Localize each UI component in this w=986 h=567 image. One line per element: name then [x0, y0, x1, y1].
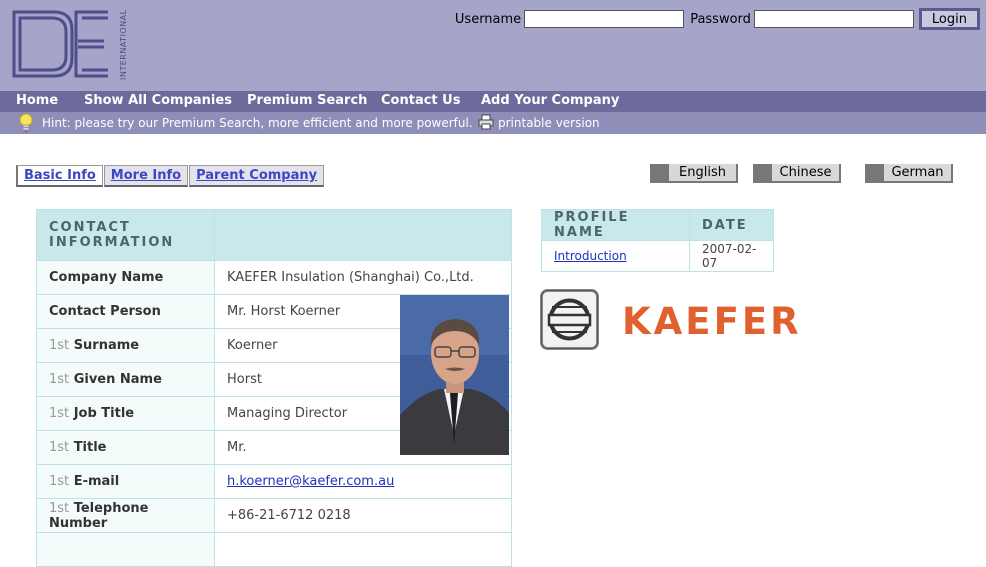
password-input[interactable]	[753, 10, 914, 28]
lightbulb-icon	[19, 113, 33, 133]
profile-table: PROFILE NAME DATE Introduction 2007-02-0…	[541, 209, 774, 272]
nav-premium-search[interactable]: Premium Search	[247, 93, 367, 108]
row-label: Contact Person	[37, 295, 214, 328]
row-prefix: 1st	[49, 440, 70, 455]
profile-link[interactable]: Introduction	[554, 249, 627, 263]
language-label: Chinese	[779, 165, 832, 180]
row-label-text: Contact Person	[49, 304, 161, 319]
tab-more-info[interactable]: More Info	[103, 165, 189, 187]
logo-side-text: INTERNATIONAL	[119, 9, 128, 80]
printer-icon[interactable]	[478, 114, 494, 130]
printable-version-link[interactable]: printable version	[498, 116, 600, 130]
tab-basic-info[interactable]: Basic Info	[16, 165, 103, 187]
row-label-text: Company Name	[49, 270, 164, 285]
row-label: 1st Given Name	[37, 363, 214, 396]
contact-info-header-blank	[215, 210, 511, 260]
profile-name-cell: Introduction	[542, 241, 689, 271]
row-prefix: 1st	[49, 338, 70, 353]
row-prefix: 1st	[49, 406, 70, 421]
main-nav: Home Show All Companies Premium Search C…	[0, 91, 986, 112]
kaefer-logo: KAEFER	[540, 289, 802, 350]
row-label-text: Job Title	[73, 406, 135, 421]
date-header: DATE	[690, 210, 773, 240]
table-row	[37, 533, 511, 566]
row-label-text: Given Name	[73, 372, 162, 387]
table-row: 1st E-mail h.koerner@kaefer.com.au	[37, 465, 511, 498]
row-prefix: 1st	[49, 372, 70, 387]
row-label: 1st Title	[37, 431, 214, 464]
row-prefix: 1st	[49, 474, 70, 489]
language-swatch	[650, 164, 669, 181]
row-label: 1st Surname	[37, 329, 214, 362]
language-chinese-button[interactable]: Chinese	[753, 164, 841, 183]
username-input[interactable]	[524, 10, 685, 28]
row-label	[37, 533, 214, 566]
language-label: English	[679, 165, 726, 180]
tab-parent-company[interactable]: Parent Company	[189, 165, 325, 187]
row-value: +86-21-6712 0218	[215, 499, 511, 532]
tab-more-info-label: More Info	[110, 168, 182, 183]
row-label: 1st Job Title	[37, 397, 214, 430]
row-label-text: Surname	[73, 338, 140, 353]
language-swatch	[865, 164, 884, 181]
row-value: KAEFER Insulation (Shanghai) Co.,Ltd.	[215, 261, 511, 294]
nav-home[interactable]: Home	[16, 93, 58, 108]
row-label: 1st E-mail	[37, 465, 214, 498]
language-swatch	[753, 164, 772, 181]
username-label: Username	[454, 11, 522, 27]
language-english-button[interactable]: English	[650, 164, 738, 183]
login-button[interactable]: Login	[918, 8, 980, 30]
row-label: 1st Telephone Number	[37, 499, 214, 532]
row-label-text: E-mail	[73, 474, 120, 489]
nav-show-all-companies[interactable]: Show All Companies	[84, 93, 232, 108]
login-form: Username Password Login	[449, 8, 980, 30]
profile-date-cell: 2007-02-07	[690, 241, 773, 271]
nav-contact-us[interactable]: Contact Us	[381, 93, 460, 108]
contact-info-header: CONTACT INFORMATION	[37, 210, 214, 260]
language-german-button[interactable]: German	[865, 164, 953, 183]
email-link[interactable]: h.koerner@kaefer.com.au	[227, 474, 394, 489]
row-prefix: 1st	[49, 500, 70, 516]
site-header: INTERNATIONAL Username Password Login	[0, 0, 986, 91]
row-label-text: Title	[73, 440, 107, 455]
row-value	[215, 533, 511, 566]
table-row: 1st Telephone Number +86-21-6712 0218	[37, 499, 511, 532]
kaefer-wordmark: KAEFER	[622, 300, 802, 343]
nav-add-your-company[interactable]: Add Your Company	[481, 93, 619, 108]
table-row: Introduction 2007-02-07	[542, 241, 773, 271]
language-label: German	[891, 165, 944, 180]
tab-basic-info-label: Basic Info	[24, 168, 96, 183]
info-tabs: Basic Info More Info Parent Company	[16, 165, 325, 187]
password-label: Password	[690, 11, 751, 27]
row-label: Company Name	[37, 261, 214, 294]
de-international-logo[interactable]: INTERNATIONAL	[10, 6, 130, 82]
contact-photo	[400, 295, 509, 455]
hint-text: Hint: please try our Premium Search, mor…	[42, 116, 473, 130]
tab-parent-company-label: Parent Company	[196, 168, 318, 183]
hint-bar: Hint: please try our Premium Search, mor…	[0, 112, 986, 134]
row-value: h.koerner@kaefer.com.au	[215, 465, 511, 498]
table-row: Company Name KAEFER Insulation (Shanghai…	[37, 261, 511, 294]
profile-name-header: PROFILE NAME	[542, 210, 689, 240]
